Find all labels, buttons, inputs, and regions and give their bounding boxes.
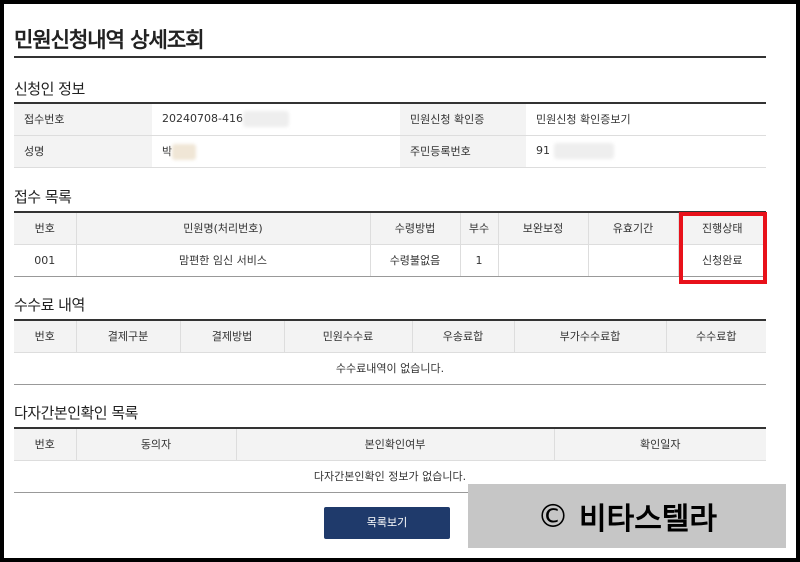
col-header: 번호 [14, 428, 76, 461]
confirm-label: 민원신청 확인증 [400, 103, 526, 136]
col-header: 결제방법 [179, 320, 284, 353]
name-value: 박 [162, 144, 173, 158]
name-cell: 박 [152, 135, 400, 168]
col-header: 확인일자 [553, 428, 766, 461]
col-header: 우송료합 [411, 320, 514, 353]
table-row[interactable]: 001 맘편한 임신 서비스 수령불없음 1 신청완료 [14, 244, 766, 277]
confirm-link[interactable]: 민원신청 확인증보기 [526, 103, 766, 136]
identity-section-title: 다자간본인확인 목록 [14, 404, 138, 422]
col-header: 수수료합 [665, 320, 766, 353]
title-divider [14, 56, 766, 58]
redaction-blur [242, 111, 289, 128]
col-header: 동의자 [75, 428, 236, 461]
redaction-blur [554, 143, 614, 159]
col-header: 유효기간 [587, 212, 678, 245]
table-row: 성명 박 주민등록번호 91 [14, 135, 766, 168]
col-header: 수령방법 [369, 212, 460, 245]
receipt-no-label: 접수번호 [14, 103, 152, 136]
fee-table: 번호 결제구분 결제방법 민원수수료 우송료합 부가수수료합 수수료합 수수료내… [14, 319, 766, 385]
watermark: © 비타스텔라 [468, 484, 786, 548]
redaction-blur [172, 143, 197, 160]
cell-receive-method: 수령불없음 [369, 244, 460, 277]
table-header-row: 번호 결제구분 결제방법 민원수수료 우송료합 부가수수료합 수수료합 [14, 320, 766, 353]
cell-validity [587, 244, 678, 277]
col-header: 본인확인여부 [235, 428, 554, 461]
receipt-table: 번호 민원명(처리번호) 수령방법 부수 보완보정 유효기간 진행상태 001 … [14, 211, 766, 277]
copyright-symbol: © [537, 497, 569, 535]
name-label: 성명 [14, 135, 152, 168]
cell-supplement [497, 244, 588, 277]
page-frame: 민원신청내역 상세조회 신청인 정보 접수번호 20240708-416 민원신… [4, 4, 796, 558]
table-row: 접수번호 20240708-416 민원신청 확인증 민원신청 확인증보기 [14, 103, 766, 136]
col-header: 번호 [14, 212, 76, 245]
col-header: 보완보정 [497, 212, 588, 245]
rrn-label: 주민등록번호 [400, 135, 526, 168]
cell-service-name[interactable]: 맘편한 임신 서비스 [75, 244, 370, 277]
table-row: 수수료내역이 없습니다. [14, 352, 766, 385]
table-header-row: 번호 동의자 본인확인여부 확인일자 [14, 428, 766, 461]
cell-copies: 1 [459, 244, 498, 277]
table-header-row: 번호 민원명(처리번호) 수령방법 부수 보완보정 유효기간 진행상태 [14, 212, 766, 245]
receipt-section-title: 접수 목록 [14, 188, 72, 206]
col-header: 결제구분 [75, 320, 180, 353]
applicant-section-title: 신청인 정보 [14, 80, 85, 98]
col-header: 부가수수료합 [513, 320, 666, 353]
fee-section-title: 수수료 내역 [14, 296, 85, 314]
list-button[interactable]: 목록보기 [324, 507, 450, 539]
col-header: 번호 [14, 320, 76, 353]
status-highlight-box [679, 212, 767, 284]
receipt-no-cell: 20240708-416 [152, 103, 400, 136]
identity-table: 번호 동의자 본인확인여부 확인일자 다자간본인확인 정보가 없습니다. [14, 427, 766, 493]
col-header: 민원수수료 [283, 320, 412, 353]
rrn-value: 91 [536, 144, 550, 157]
cell-number: 001 [14, 244, 76, 277]
col-header: 민원명(처리번호) [75, 212, 370, 245]
watermark-text: 비타스텔라 [579, 502, 717, 537]
rrn-cell: 91 [526, 135, 766, 168]
col-header: 부수 [459, 212, 498, 245]
empty-message: 수수료내역이 없습니다. [14, 352, 766, 385]
page-title: 민원신청내역 상세조회 [14, 28, 205, 52]
applicant-info-table: 접수번호 20240708-416 민원신청 확인증 민원신청 확인증보기 성명… [14, 102, 766, 168]
receipt-no-value: 20240708-416 [162, 112, 243, 126]
